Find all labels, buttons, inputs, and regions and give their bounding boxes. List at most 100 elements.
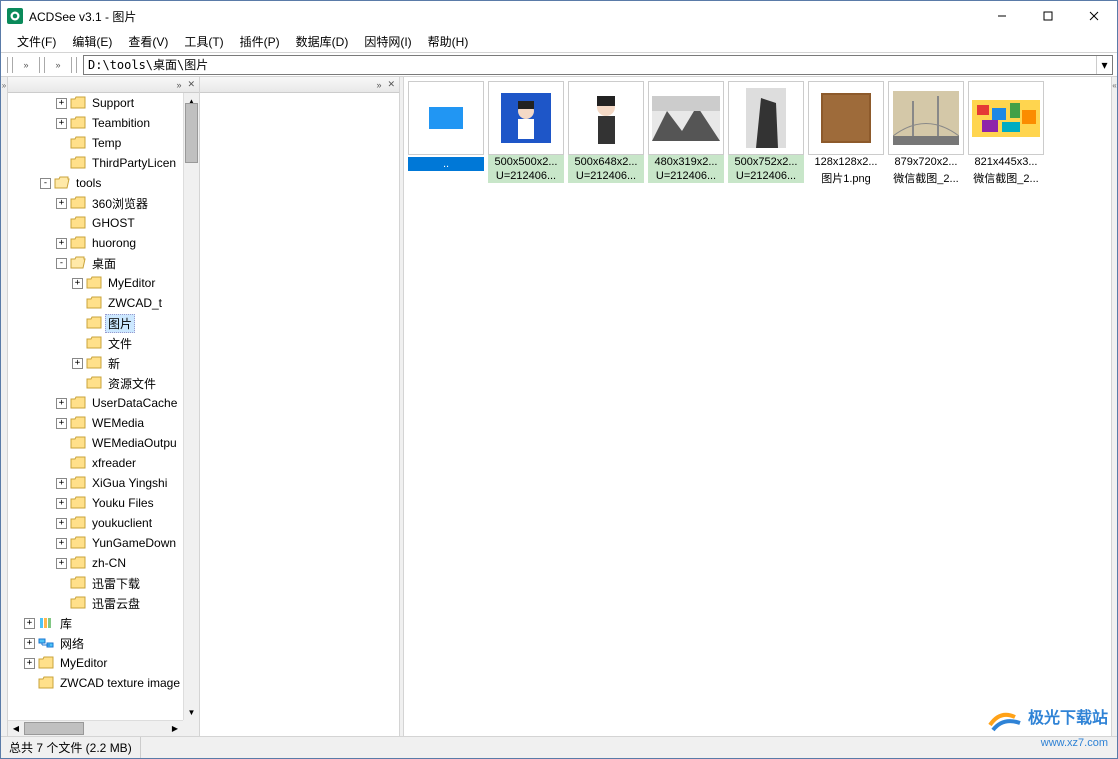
tree-node-label: 迅雷云盘: [89, 594, 143, 613]
scroll-thumb[interactable]: [185, 103, 198, 163]
expander-empty: [56, 138, 67, 149]
tree-node[interactable]: +youkuclient: [8, 513, 183, 533]
tree-node[interactable]: +XiGua Yingshi: [8, 473, 183, 493]
toolbar-grip-2[interactable]: [39, 57, 45, 73]
tree-node[interactable]: +360浏览器: [8, 193, 183, 213]
tree-node[interactable]: GHOST: [8, 213, 183, 233]
tree-node[interactable]: -桌面: [8, 253, 183, 273]
collapse-icon[interactable]: -: [56, 258, 67, 269]
expand-icon[interactable]: +: [56, 398, 67, 409]
scroll-thumb-h[interactable]: [24, 722, 84, 735]
menu-item-1[interactable]: 编辑(E): [64, 31, 120, 52]
scroll-down-icon[interactable]: ▼: [184, 704, 199, 720]
panel-overflow-icon[interactable]: »: [374, 80, 383, 90]
expand-icon[interactable]: +: [56, 118, 67, 129]
menu-item-2[interactable]: 查看(V): [120, 31, 176, 52]
expand-icon[interactable]: +: [56, 418, 67, 429]
folder-icon: [70, 496, 86, 510]
expand-icon[interactable]: +: [56, 98, 67, 109]
tree-node[interactable]: ZWCAD_t: [8, 293, 183, 313]
tree-node[interactable]: 迅雷下载: [8, 573, 183, 593]
expand-icon[interactable]: +: [72, 278, 83, 289]
minimize-button[interactable]: [979, 1, 1025, 31]
strip-chevron-icon[interactable]: »: [2, 81, 6, 90]
thumbnail-item[interactable]: 879x720x2...微信截图_2...: [888, 81, 964, 187]
close-button[interactable]: [1071, 1, 1117, 31]
tree-node[interactable]: 文件: [8, 333, 183, 353]
tree-node[interactable]: +库: [8, 613, 183, 633]
menu-item-4[interactable]: 插件(P): [232, 31, 288, 52]
tree-node[interactable]: ThirdPartyLicen: [8, 153, 183, 173]
expand-icon[interactable]: +: [56, 558, 67, 569]
toolbar-overflow-2[interactable]: »: [51, 57, 65, 73]
expand-icon[interactable]: +: [72, 358, 83, 369]
tree-node[interactable]: +MyEditor: [8, 653, 183, 673]
folder-icon: [86, 376, 102, 390]
tree-node[interactable]: ZWCAD texture image: [8, 673, 183, 693]
thumbnail-item[interactable]: 821x445x3...微信截图_2...: [968, 81, 1044, 187]
panel-overflow-icon[interactable]: »: [174, 80, 183, 90]
expand-icon[interactable]: +: [56, 518, 67, 529]
toolbar-grip-3[interactable]: [71, 57, 77, 73]
tree-node[interactable]: +Teambition: [8, 113, 183, 133]
tree-horizontal-scrollbar[interactable]: ◀ ▶: [8, 720, 183, 736]
folder-tree[interactable]: +Support+TeambitionTempThirdPartyLicen-t…: [8, 93, 183, 720]
thumbnail-item[interactable]: 128x128x2...图片1.png: [808, 81, 884, 187]
thumbnail-filename: 图片1.png: [808, 169, 884, 187]
tree-node-label: huorong: [89, 235, 139, 251]
expand-icon[interactable]: +: [24, 638, 35, 649]
menu-item-5[interactable]: 数据库(D): [288, 31, 357, 52]
strip-chevron-icon[interactable]: «: [1112, 81, 1116, 90]
tree-node[interactable]: +新: [8, 353, 183, 373]
expand-icon[interactable]: +: [56, 498, 67, 509]
scroll-right-icon[interactable]: ▶: [167, 721, 183, 736]
path-dropdown[interactable]: ▾: [1096, 56, 1112, 74]
tree-node[interactable]: +UserDataCache: [8, 393, 183, 413]
tree-node[interactable]: +网络: [8, 633, 183, 653]
tree-node[interactable]: +Youku Files: [8, 493, 183, 513]
menu-item-0[interactable]: 文件(F): [9, 31, 64, 52]
tree-vertical-scrollbar[interactable]: ▲ ▼: [183, 93, 199, 720]
toolbar-grip[interactable]: [7, 57, 13, 73]
menu-item-6[interactable]: 因特网(I): [356, 31, 419, 52]
menu-item-3[interactable]: 工具(T): [176, 31, 231, 52]
expand-icon[interactable]: +: [56, 538, 67, 549]
tree-node[interactable]: Temp: [8, 133, 183, 153]
thumbnail-item[interactable]: 480x319x2...U=212406...: [648, 81, 724, 187]
preview-panel-header: » ✕: [200, 77, 399, 93]
scroll-left-icon[interactable]: ◀: [8, 721, 24, 736]
path-input[interactable]: [84, 56, 1096, 74]
expand-icon[interactable]: +: [24, 618, 35, 629]
thumbnail-item[interactable]: ..: [408, 81, 484, 187]
menu-item-7[interactable]: 帮助(H): [420, 31, 477, 52]
tree-node[interactable]: 资源文件: [8, 373, 183, 393]
tree-node[interactable]: +Support: [8, 93, 183, 113]
window-title: ACDSee v3.1 - 图片: [29, 8, 979, 25]
thumbnail-item[interactable]: 500x500x2...U=212406...: [488, 81, 564, 187]
expand-icon[interactable]: +: [56, 238, 67, 249]
network-icon: [38, 636, 54, 650]
tree-node[interactable]: + zh-CN: [8, 553, 183, 573]
panel-close-icon[interactable]: ✕: [385, 79, 397, 90]
toolbar-overflow-1[interactable]: »: [19, 57, 33, 73]
collapse-icon[interactable]: -: [40, 178, 51, 189]
thumbnail-grid[interactable]: ..500x500x2...U=212406...500x648x2...U=2…: [404, 77, 1111, 736]
tree-node[interactable]: xfreader: [8, 453, 183, 473]
panel-close-icon[interactable]: ✕: [185, 79, 197, 90]
folder-icon: [70, 476, 86, 490]
expand-icon[interactable]: +: [24, 658, 35, 669]
thumbnail-item[interactable]: 500x648x2...U=212406...: [568, 81, 644, 187]
tree-node[interactable]: -tools: [8, 173, 183, 193]
thumbnail-item[interactable]: 500x752x2...U=212406...: [728, 81, 804, 187]
maximize-button[interactable]: [1025, 1, 1071, 31]
expand-icon[interactable]: +: [56, 478, 67, 489]
tree-node-label: zh-CN: [89, 555, 129, 571]
tree-node[interactable]: + huorong: [8, 233, 183, 253]
tree-node[interactable]: WEMediaOutpu: [8, 433, 183, 453]
tree-node[interactable]: +WEMedia: [8, 413, 183, 433]
expand-icon[interactable]: +: [56, 198, 67, 209]
tree-node[interactable]: +MyEditor: [8, 273, 183, 293]
tree-node[interactable]: +YunGameDown: [8, 533, 183, 553]
tree-node[interactable]: 图片: [8, 313, 183, 333]
tree-node[interactable]: 迅雷云盘: [8, 593, 183, 613]
